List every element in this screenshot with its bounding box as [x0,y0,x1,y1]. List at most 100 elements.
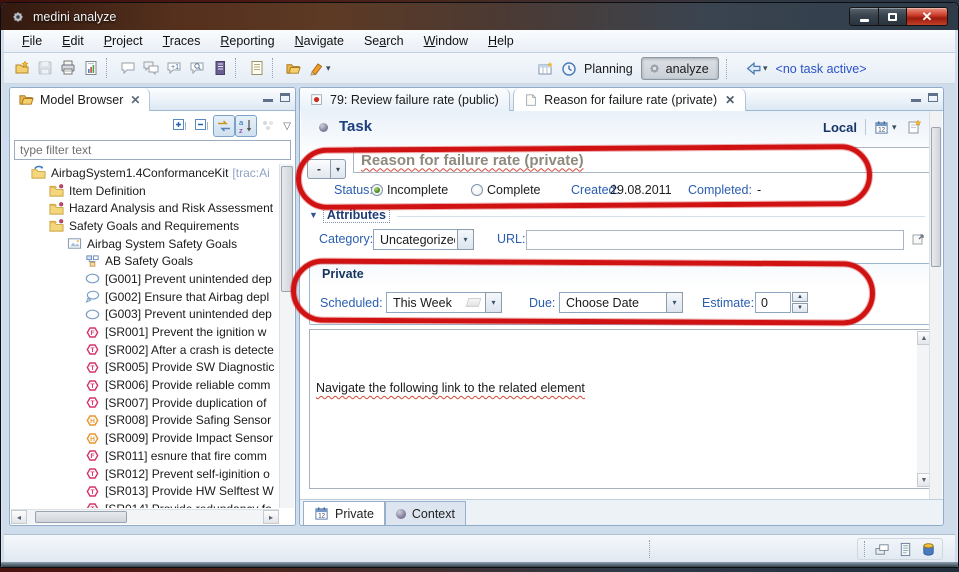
presentation-dropdown-caret-icon[interactable]: ▾ [892,122,897,133]
menu-help[interactable]: Help [478,31,524,51]
maximize-view-icon[interactable] [280,93,290,102]
estimate-spinner[interactable]: 0 ▲ ▼ [755,292,808,313]
scheduled-dropdown-caret-icon: ▾ [485,292,502,313]
tree-item[interactable]: T [SR013] Provide HW Selftest W [11,482,279,500]
minimize-editor-icon[interactable] [911,93,921,102]
category-combo[interactable]: Uncategorized ▾ [373,229,474,250]
tree-item[interactable]: [G002] Ensure that Airbag depl [11,288,279,306]
minimize-window-button[interactable] [849,7,879,26]
form-scrollbar[interactable] [929,111,942,499]
tree-item[interactable]: H [SR009] Provide Impact Sensor [11,429,279,447]
new-comment-icon[interactable] [116,57,139,80]
new-wizard-icon[interactable] [10,57,33,80]
add-comment-icon[interactable]: +1 [162,57,185,80]
new-perspective-icon[interactable] [534,57,557,80]
private-section: Private Scheduled: This Week ▾ Due: Choo… [309,263,929,325]
open-url-icon[interactable] [911,231,927,247]
menu-search[interactable]: Search [354,31,414,51]
close-editor-tab-icon[interactable]: ✕ [725,93,735,107]
tree-item[interactable]: AB Safety Goals [11,252,279,270]
menu-edit[interactable]: Edit [52,31,94,51]
tree-item[interactable]: T [SR006] Provide reliable comm [11,376,279,394]
highlight-icon[interactable] [305,57,328,80]
notes-icon[interactable] [208,57,231,80]
attributes-section-toggle[interactable]: ▼ Attributes [309,207,390,223]
collapse-all-icon[interactable] [191,115,213,137]
status-incomplete-radio[interactable] [371,184,383,196]
model-browser-tab[interactable]: Model Browser ✕ [10,88,151,111]
maximize-window-button[interactable] [879,7,906,26]
tree-item[interactable]: [G003] Prevent unintended dep [11,306,279,324]
tree-item[interactable]: T [SR005] Provide SW Diagnostic [11,359,279,377]
tree-item[interactable]: T [SR012] Prevent self-iginition o [11,465,279,483]
menu-navigate[interactable]: Navigate [285,31,354,51]
highlight-dropdown-caret-icon[interactable]: ▾ [326,63,331,74]
planning-perspective-icon[interactable] [557,57,580,80]
private-bottom-tab[interactable]: 12 Private [303,501,385,525]
tree-item[interactable]: T [SR002] After a crash is detecte [11,341,279,359]
svg-text:F: F [91,453,95,460]
tree-item[interactable]: Safety Goals and Requirements [11,217,279,235]
find-comment-icon[interactable] [185,57,208,80]
restore-views-icon[interactable] [875,542,890,557]
url-input[interactable] [526,230,904,250]
scheduled-combo[interactable]: This Week ▾ [386,292,502,313]
editor-tab-reason-for-failure-rate[interactable]: Reason for failure rate (private) ✕ [513,88,747,111]
show-comments-icon[interactable] [139,57,162,80]
tree-item[interactable]: F [SR011] esnure that fire comm [11,447,279,465]
workbench-area: Model Browser ✕ a z ▽ type filter text Air… [4,84,955,534]
analyze-perspective-button[interactable]: analyze [640,57,719,80]
open-model-icon[interactable] [282,57,305,80]
maximize-editor-icon[interactable] [928,93,938,102]
tree-filter-input[interactable]: type filter text [14,140,291,160]
report-icon[interactable] [79,57,102,80]
tree-item[interactable]: T[SR014] Provide redundancy fo [11,500,279,508]
spin-down-icon[interactable]: ▼ [792,303,808,313]
menu-file[interactable]: File [12,31,52,51]
spin-up-icon[interactable]: ▲ [792,292,808,302]
link-with-editor-icon[interactable] [213,115,236,137]
log-view-icon[interactable] [898,542,913,557]
menu-window[interactable]: Window [414,31,478,51]
clear-scheduled-icon[interactable] [465,298,482,307]
menu-reporting[interactable]: Reporting [210,31,284,51]
notes-scrollbar[interactable]: ▲ ▼ [917,331,929,487]
tree-item[interactable]: Hazard Analysis and Risk Assessment [11,199,279,217]
tree-horizontal-scrollbar[interactable]: ◂ ▸ [11,509,279,524]
tree-item[interactable]: [G001] Prevent unintended dep [11,270,279,288]
tree-item[interactable]: Item Definition [11,182,279,200]
view-menu-icon[interactable]: ▽ [283,121,291,132]
menu-project[interactable]: Project [94,31,153,51]
sort-icon[interactable]: az [235,115,258,137]
task-title-input[interactable]: Reason for failure rate (private) [353,147,929,173]
print-icon[interactable] [56,57,79,80]
analyze-gear-icon [648,62,661,75]
tree-item[interactable]: AirbagSystem1.4ConformanceKit [trac:Ai [11,164,279,182]
svg-text:T: T [91,400,95,407]
due-combo[interactable]: Choose Date ▾ [559,292,683,313]
tree-vertical-scrollbar[interactable] [279,164,294,508]
planning-perspective-button[interactable]: Planning [584,62,633,76]
tree-item[interactable]: Airbag System Safety Goals [11,235,279,253]
minimize-view-icon[interactable] [263,93,273,102]
checklist-icon[interactable] [245,57,268,80]
repository-icon[interactable] [921,542,936,557]
status-complete-radio[interactable] [471,184,483,196]
expand-all-icon[interactable] [169,115,191,137]
back-dropdown-caret-icon[interactable]: ▾ [763,63,768,74]
back-navigation-icon[interactable] [742,57,765,80]
tree-item[interactable]: H [SR008] Provide Safing Sensor [11,412,279,430]
editor-tab-review-failure-rate[interactable]: 79: Review failure rate (public) [300,88,510,111]
svg-text:+1: +1 [171,64,179,71]
priority-selector[interactable]: - ▾ [307,159,346,179]
menu-traces[interactable]: Traces [153,31,211,51]
scheduled-presentation-icon[interactable]: 12 [874,120,889,135]
context-bottom-tab[interactable]: Context [384,501,466,525]
close-model-browser-icon[interactable]: ✕ [130,93,140,107]
close-window-button[interactable]: ✕ [906,7,948,26]
tree-item[interactable]: T [SR007] Provide duplication of [11,394,279,412]
tree-item[interactable]: F [SR001] Prevent the ignition w [11,323,279,341]
private-section-title: Private [322,267,364,281]
new-task-icon[interactable] [906,119,922,135]
notes-textarea[interactable]: Navigate the following link to the relat… [309,329,929,489]
